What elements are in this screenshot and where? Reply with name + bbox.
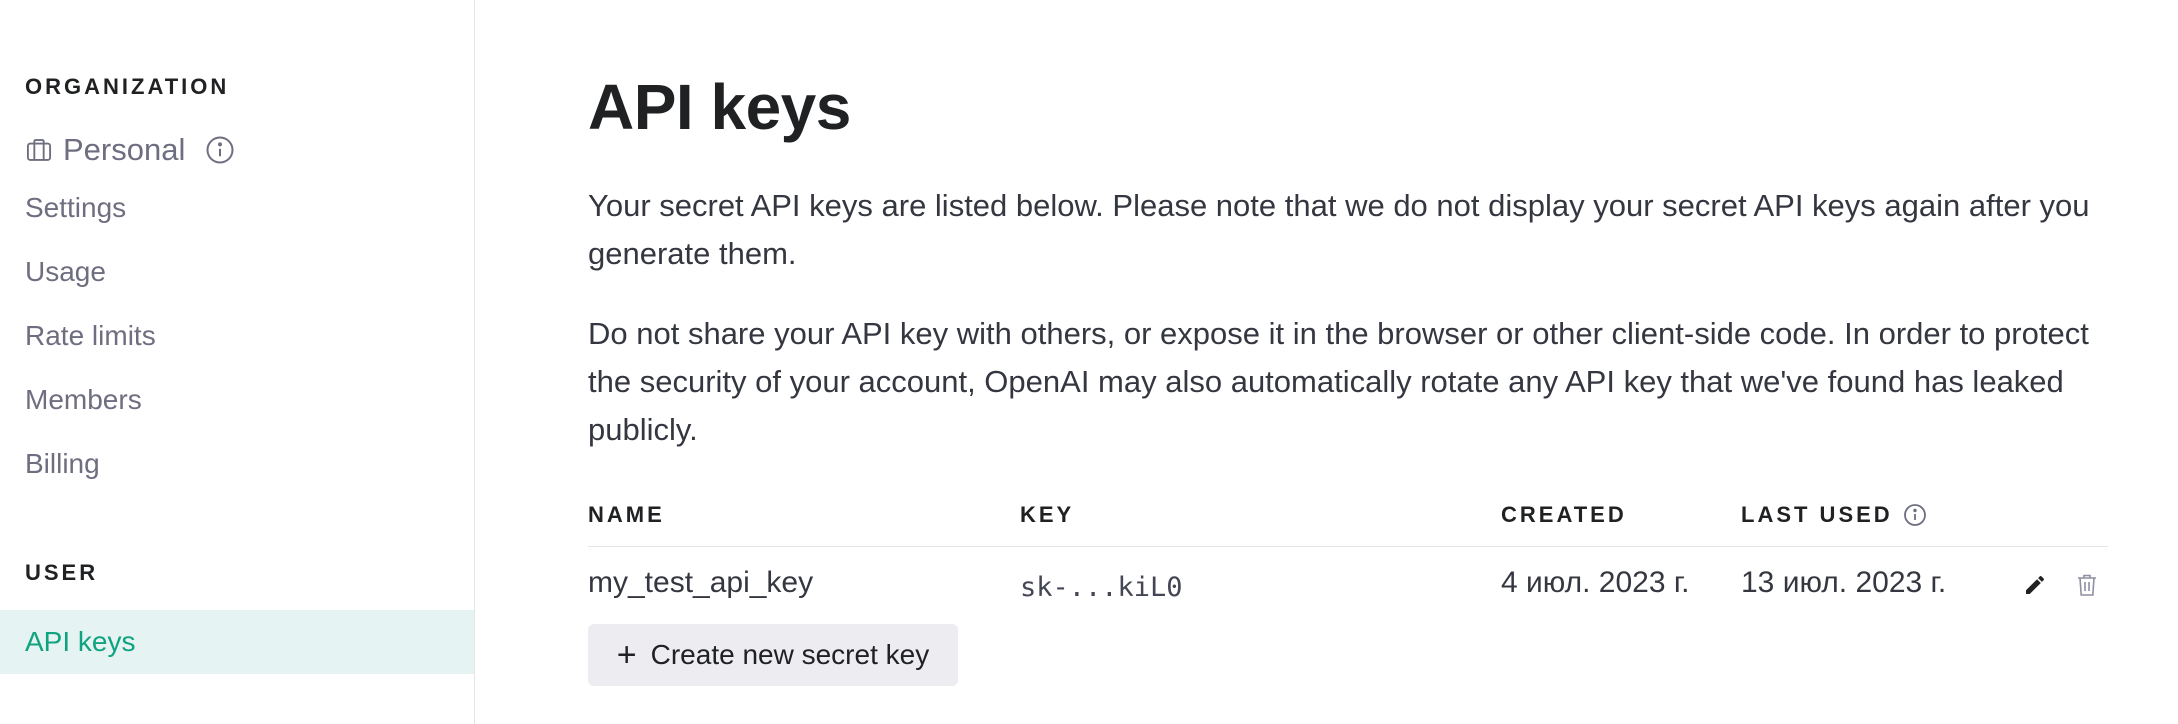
info-icon[interactable] (1903, 503, 1927, 527)
create-button-label: Create new secret key (650, 639, 930, 670)
trash-icon (2078, 574, 2096, 596)
sidebar-item-rate-limits[interactable]: Rate limits (25, 320, 156, 352)
edit-key-button[interactable] (2018, 568, 2052, 602)
briefcase-icon (26, 139, 52, 161)
last-used-date-cell: 13 июл. 2023 г. (1741, 566, 1947, 599)
sidebar: ORGANIZATION Personal Settings Usage Rat… (0, 0, 475, 724)
created-date-cell: 4 июл. 2023 г. (1501, 566, 1690, 599)
sidebar-item-label: API keys (25, 626, 136, 657)
pencil-icon (2026, 575, 2045, 594)
organization-heading: ORGANIZATION (25, 74, 230, 99)
page-title: API keys (588, 71, 851, 143)
user-heading: USER (25, 560, 99, 585)
org-name: Personal (63, 132, 186, 167)
column-header-label: LAST USED (1741, 502, 1893, 527)
column-header-created: CREATED (1501, 502, 1627, 528)
table-divider (588, 546, 2108, 547)
column-header-label: NAME (588, 502, 665, 527)
create-secret-key-button[interactable]: + Create new secret key (588, 624, 958, 686)
key-name-cell: my_test_api_key (588, 566, 814, 599)
sidebar-item-usage[interactable]: Usage (25, 256, 106, 288)
column-header-name: NAME (588, 502, 665, 528)
sidebar-item-api-keys[interactable]: API keys (0, 610, 474, 674)
sidebar-item-members[interactable]: Members (25, 384, 142, 416)
org-selector[interactable]: Personal (25, 130, 235, 170)
column-header-key: KEY (1020, 502, 1074, 528)
key-value-cell: sk-...kiL0 (1020, 572, 1183, 603)
column-header-last-used: LAST USED (1741, 502, 1927, 528)
sidebar-item-settings[interactable]: Settings (25, 192, 126, 224)
main-content: API keys Your secret API keys are listed… (588, 0, 2178, 724)
description-paragraph-1: Your secret API keys are listed below. P… (588, 188, 2090, 271)
sidebar-item-billing[interactable]: Billing (25, 448, 100, 480)
column-header-label: CREATED (1501, 502, 1627, 527)
description-paragraph-2: Do not share your API key with others, o… (588, 316, 2089, 447)
plus-icon: + (616, 636, 637, 674)
column-header-label: KEY (1020, 502, 1075, 527)
delete-key-button[interactable] (2070, 568, 2104, 602)
info-icon[interactable] (205, 135, 235, 165)
